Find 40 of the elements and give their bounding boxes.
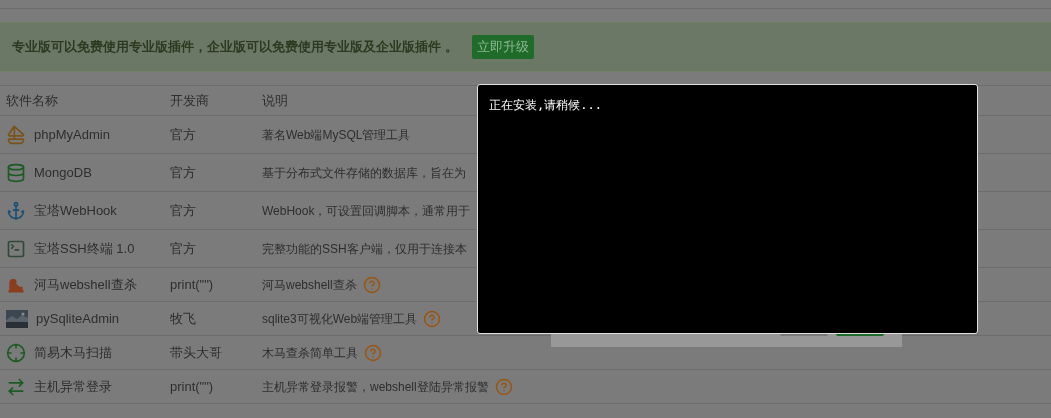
description-cell-text: sqlite3可视化Web端管理工具	[262, 310, 418, 328]
plugin-name: MongoDB	[34, 163, 92, 182]
terminal-output: 正在安装,请稍候...	[489, 98, 602, 112]
description-cell-text: WebHook，可设置回调脚本，通常用于	[262, 202, 471, 220]
plugin-name: 宝塔SSH终端 1.0	[34, 239, 135, 258]
description-cell-text: 木马查杀简单工具	[262, 344, 358, 362]
anchor-icon	[6, 200, 26, 221]
help-icon[interactable]	[423, 309, 442, 328]
description-cell-text: 著名Web端MySQL管理工具	[262, 126, 411, 144]
developer-cell-text: 官方	[170, 201, 197, 220]
plugin-name: 河马webshell查杀	[34, 275, 137, 294]
developer-cell-text: 官方	[170, 163, 197, 182]
terminal-icon	[6, 238, 26, 259]
upgrade-button[interactable]: 立即升级	[471, 35, 534, 59]
description-cell-text: 河马webshell查杀	[262, 276, 357, 294]
developer-cell-text: print("")	[170, 275, 215, 294]
description-cell-text: 主机异常登录报警，webshell登陆异常报警	[262, 378, 489, 396]
developer-cell-text: 带头大哥	[170, 343, 223, 362]
description-cell-text: 完整功能的SSH客户端，仅用于连接本	[262, 240, 467, 258]
help-icon[interactable]	[494, 377, 513, 396]
plugin-name: phpMyAdmin	[34, 125, 110, 144]
developer-cell-text: 官方	[170, 125, 197, 144]
help-icon[interactable]	[364, 343, 382, 362]
developer-cell-text: print("")	[170, 377, 215, 396]
banner-text: 专业版可以免费使用专业版插件，企业版可以免费使用专业版及企业版插件 。	[12, 38, 458, 57]
arrows-icon	[6, 376, 26, 397]
database-icon	[6, 162, 26, 183]
column-header: 说明	[262, 91, 288, 110]
help-icon[interactable]	[362, 275, 381, 294]
plugin-name: pySqliteAdmin	[36, 309, 120, 328]
sailboat-icon	[6, 124, 26, 145]
crosshair-icon	[6, 342, 26, 363]
developer-cell-text: 官方	[170, 239, 197, 258]
plugin-name: 宝塔WebHook	[34, 201, 117, 220]
plugin-name: 主机异常登录	[34, 377, 112, 396]
description-cell-text: 基于分布式文件存储的数据库，旨在为	[262, 164, 466, 182]
plugin-name: 简易木马扫描	[34, 343, 112, 362]
developer-cell-text: 牧飞	[170, 309, 197, 328]
column-header: 开发商	[170, 91, 210, 110]
column-header: 软件名称	[5, 91, 59, 110]
